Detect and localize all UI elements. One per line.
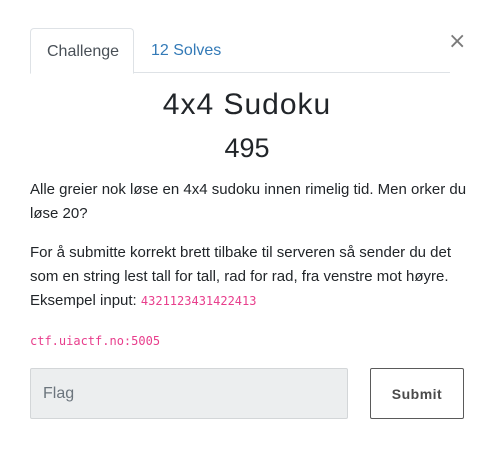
connection-host: ctf.uiactf.no:5005 [30,334,161,348]
tab-challenge[interactable]: Challenge [30,28,134,74]
flag-input[interactable] [30,368,348,419]
challenge-modal: × Challenge 12 Solves 4x4 Sudoku 495 All… [0,0,494,465]
submit-button[interactable]: Submit [370,368,464,419]
close-icon[interactable]: × [448,30,466,54]
tab-bar: Challenge 12 Solves [30,28,450,74]
challenge-instructions: For å submitte korrekt brett tilbake til… [30,241,470,313]
example-input-code: 4321123431422413 [140,294,257,308]
challenge-title: 4x4 Sudoku [162,88,332,121]
tab-solves[interactable]: 12 Solves [135,28,237,73]
challenge-points: 495 [224,133,270,163]
challenge-description: Alle greier nok løse en 4x4 sudoku innen… [30,181,467,222]
